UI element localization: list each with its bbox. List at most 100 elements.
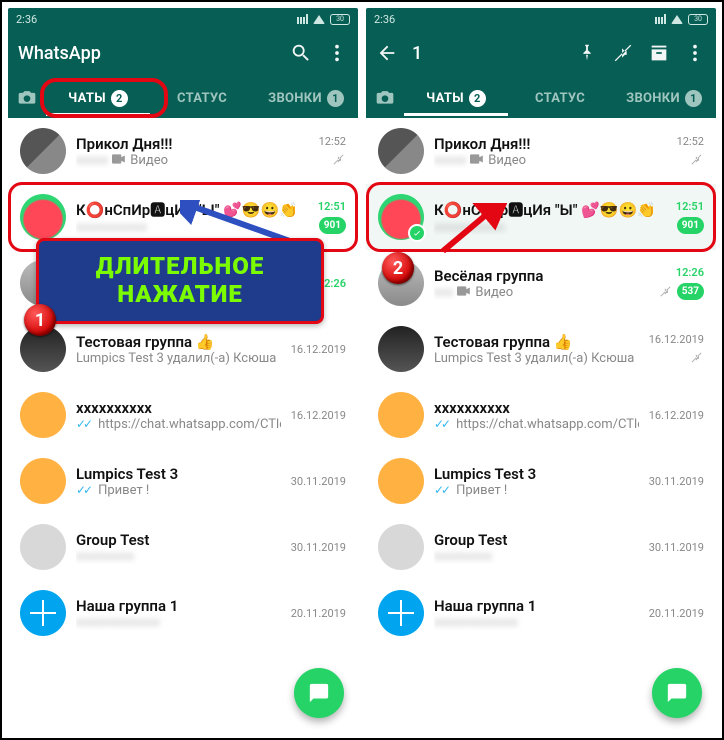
avatar[interactable] [378, 128, 424, 174]
chat-preview: Lumpics Test 3 удалил(-а) Ксюша [434, 351, 639, 366]
pin-icon[interactable] [576, 42, 598, 64]
chat-row[interactable]: Наша группа 1 xxxxxxxxxxxxx 20.11.2019 [8, 580, 358, 646]
signal-icon [294, 14, 308, 24]
new-chat-fab[interactable] [294, 668, 344, 718]
chat-name: К⭕нСпИр🅰цИя "Ы" 💕😎😀👏 [434, 199, 666, 220]
selection-count: 1 [412, 43, 562, 64]
avatar[interactable] [378, 590, 424, 636]
chat-preview: xxxxx Видео [76, 153, 309, 168]
chat-name: xxxxxxxxxx [76, 399, 281, 417]
avatar[interactable] [378, 392, 424, 438]
chat-row[interactable]: Весёлая группа xxx Видео 12:26 537 [366, 250, 716, 316]
chat-name: Прикол Дня!!! [434, 135, 667, 153]
chat-preview: xxxxx Видео [434, 153, 667, 168]
camera-icon[interactable] [366, 87, 404, 107]
more-icon[interactable] [684, 42, 706, 64]
chat-list: Прикол Дня!!! xxxxx Видео 12:52 К⭕нСпИр🅰… [8, 118, 358, 732]
check-icon [408, 224, 426, 242]
chat-name: Наша группа 1 [76, 597, 281, 615]
wifi-icon [671, 15, 683, 24]
camera-icon[interactable] [8, 87, 46, 107]
phone-left: 2:36 30 WhatsApp ЧАТЫ 2 СТАТУС ЗВОНКИ 1 [8, 8, 358, 732]
tab-chats[interactable]: ЧАТЫ 2 [46, 79, 150, 116]
chats-badge: 2 [111, 90, 128, 107]
chats-badge: 2 [469, 90, 486, 107]
avatar[interactable] [20, 392, 66, 438]
avatar[interactable] [378, 458, 424, 504]
chat-row[interactable]: К⭕нСпИр🅰цИя "Ы" 💕😎😀👏 xxxxxxxxxxx 12:51 9… [366, 184, 716, 250]
chat-row[interactable]: Group Test xxxxxxxxx 30.11.2019 [8, 514, 358, 580]
tab-status[interactable]: СТАТУС [508, 80, 612, 115]
avatar[interactable] [378, 326, 424, 372]
battery-icon: 30 [330, 14, 350, 25]
chat-row[interactable]: Lumpics Test 3 ✓✓Привет ! 30.11.2019 [8, 448, 358, 514]
unread-badge: 537 [677, 283, 704, 300]
chat-preview: xxxxxxxxxxxxx [76, 615, 281, 630]
chat-name: Lumpics Test 3 [76, 465, 281, 483]
chat-row[interactable]: Прикол Дня!!! xxxxx Видео 12:52 [8, 118, 358, 184]
chat-row[interactable]: Наша группа 1 xxxxxxxxxxxxx 20.11.2019 [366, 580, 716, 646]
chat-name: xxxxxxxxxx [434, 399, 639, 417]
tab-chats[interactable]: ЧАТЫ 2 [404, 79, 508, 116]
chat-row[interactable]: Group Test xxxxxxxxx 30.11.2019 [366, 514, 716, 580]
wifi-icon [313, 15, 325, 24]
chat-preview: ✓✓Привет ! [76, 483, 281, 498]
mute-icon [331, 152, 346, 167]
tab-calls[interactable]: ЗВОНКИ 1 [254, 79, 358, 116]
step-marker-1: 1 [24, 304, 56, 336]
unread-badge: 901 [319, 217, 346, 234]
avatar[interactable] [20, 458, 66, 504]
chat-preview: ✓✓Привет ! [434, 483, 639, 498]
status-bar: 2:36 30 [8, 8, 358, 30]
mute-icon [689, 350, 704, 365]
avatar[interactable] [20, 590, 66, 636]
chat-row[interactable]: Тестовая группа 👍 Lumpics Test 3 удалил(… [8, 316, 358, 382]
chat-preview: xxxxxxxxxxx [76, 220, 308, 235]
tooltip-callout: ДЛИТЕЛЬНОЕ НАЖАТИЕ [36, 238, 324, 324]
video-icon [112, 153, 126, 168]
chat-row[interactable]: xxxxxxxxxx ✓✓https://chat.whatsapp.com/C… [8, 382, 358, 448]
calls-badge: 1 [685, 90, 702, 107]
chat-list: Прикол Дня!!! xxxxx Видео 12:52 К⭕нСпИр🅰… [366, 118, 716, 732]
chat-preview: xxxxxxxxxxx [434, 220, 666, 235]
chat-name: Прикол Дня!!! [76, 135, 309, 153]
phone-right: 2:36 30 1 ЧАТЫ 2 СТАТУС [366, 8, 716, 732]
mute-icon [658, 284, 673, 299]
avatar[interactable] [20, 194, 66, 240]
battery-icon: 30 [688, 14, 708, 25]
chat-row[interactable]: Lumpics Test 3 ✓✓Привет ! 30.11.2019 [366, 448, 716, 514]
status-time: 2:36 [374, 13, 395, 26]
mute-icon[interactable] [612, 42, 634, 64]
tab-calls[interactable]: ЗВОНКИ 1 [612, 79, 716, 116]
chat-name: К⭕нСпИр🅰цИя "Ы" 💕😎😀👏 [76, 199, 308, 220]
chat-row[interactable]: Прикол Дня!!! xxxxx Видео 12:52 [366, 118, 716, 184]
chat-preview: xxxxxxxxx [76, 549, 281, 564]
chat-preview: ✓✓https://chat.whatsapp.com/CTlcBFu... [434, 417, 639, 432]
chat-row[interactable]: xxxxxxxxxx ✓✓https://chat.whatsapp.com/C… [366, 382, 716, 448]
tabs: ЧАТЫ 2 СТАТУС ЗВОНКИ 1 [8, 76, 358, 118]
video-icon [457, 285, 471, 300]
more-icon[interactable] [326, 42, 348, 64]
avatar[interactable] [378, 194, 424, 240]
chat-row[interactable]: Тестовая группа 👍 Lumpics Test 3 удалил(… [366, 316, 716, 382]
back-icon[interactable] [376, 42, 398, 64]
mute-icon [689, 152, 704, 167]
video-icon [470, 153, 484, 168]
chat-preview: Lumpics Test 3 удалил(-а) Ксюша [76, 351, 281, 366]
avatar[interactable] [20, 524, 66, 570]
status-bar: 2:36 30 [366, 8, 716, 30]
avatar[interactable] [20, 128, 66, 174]
tab-status[interactable]: СТАТУС [150, 80, 254, 115]
avatar[interactable] [378, 524, 424, 570]
chat-name: Тестовая группа 👍 [76, 333, 281, 351]
new-chat-fab[interactable] [652, 668, 702, 718]
search-icon[interactable] [290, 42, 312, 64]
chat-preview: ✓✓https://chat.whatsapp.com/CTlcBFu... [76, 417, 281, 432]
selection-app-bar: 1 [366, 30, 716, 76]
tabs: ЧАТЫ 2 СТАТУС ЗВОНКИ 1 [366, 76, 716, 118]
step-marker-2: 2 [382, 252, 414, 284]
chat-preview: xxx Видео [434, 285, 648, 300]
chat-name: Group Test [434, 531, 639, 549]
unread-badge: 901 [677, 217, 704, 234]
archive-icon[interactable] [648, 42, 670, 64]
